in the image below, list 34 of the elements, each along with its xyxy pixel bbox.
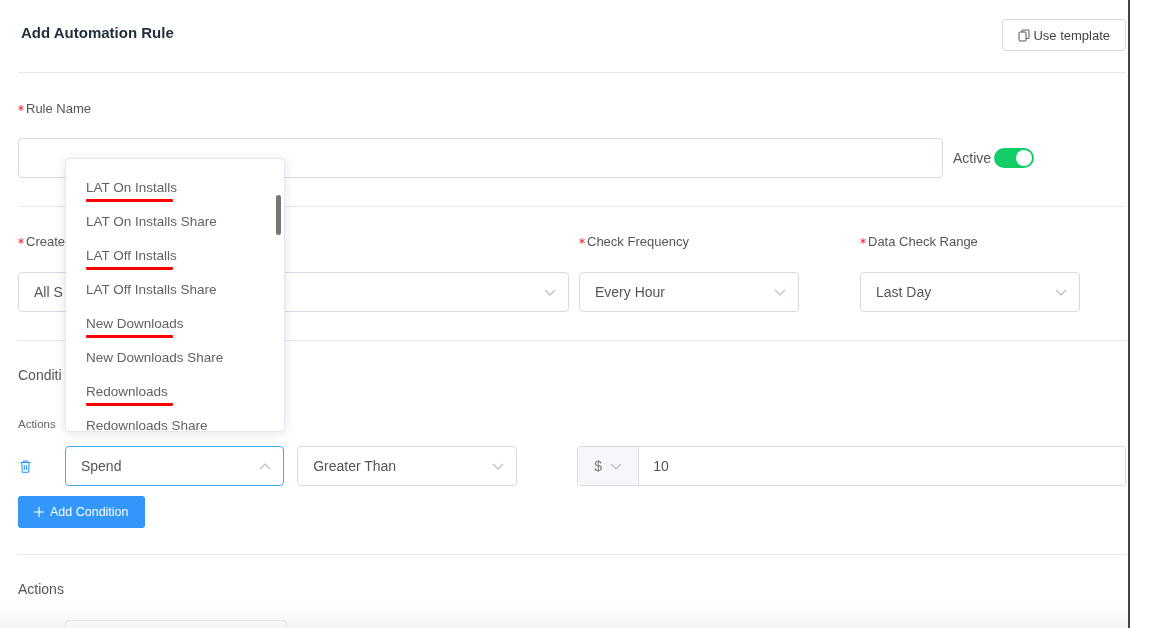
caret-icon [544,288,556,296]
copy-icon [1018,28,1031,42]
currency-select[interactable]: $ [578,447,640,485]
caret-icon [259,462,272,470]
hint-text: Actions [18,418,56,432]
dropdown-item[interactable]: LAT Off Installs [66,239,284,273]
dropdown-item[interactable]: LAT On Installs [66,171,284,205]
field-label: Create [26,233,66,249]
page-title: Add Automation Rule [21,23,174,41]
select-field[interactable]: Every Hour [579,272,799,312]
field-label: Check Frequency [587,233,689,249]
dropdown-item[interactable]: Redownloads Share [66,409,284,431]
caret-icon [774,288,786,296]
dropdown-item[interactable]: New Downloads Share [66,341,284,375]
active-toggle[interactable] [994,148,1035,168]
caret-icon [610,462,623,470]
select-field[interactable]: Greater Than [297,446,518,486]
field-label: Data Check Range [868,233,978,249]
dropdown-item[interactable]: LAT Off Installs Share [66,273,284,307]
field-label: Rule Name [26,100,92,116]
section-title: Conditi [18,367,62,384]
dropdown-item[interactable]: LAT On Installs Share [66,205,284,239]
caret-icon [492,462,505,470]
section-title: Actions [18,581,64,598]
caret-icon [1055,288,1067,296]
active-label: Active [953,150,992,166]
trash-icon[interactable] [20,459,31,473]
select-field[interactable]: Last Day [860,272,1080,312]
amount-field[interactable]: $ 10 [577,446,1126,486]
scrollbar[interactable] [276,195,281,235]
dropdown-item[interactable]: Redownloads [66,375,284,409]
select-field[interactable]: Spend [64,446,285,486]
plus-icon [34,507,44,517]
use-template-button[interactable]: Use template [1002,19,1126,51]
